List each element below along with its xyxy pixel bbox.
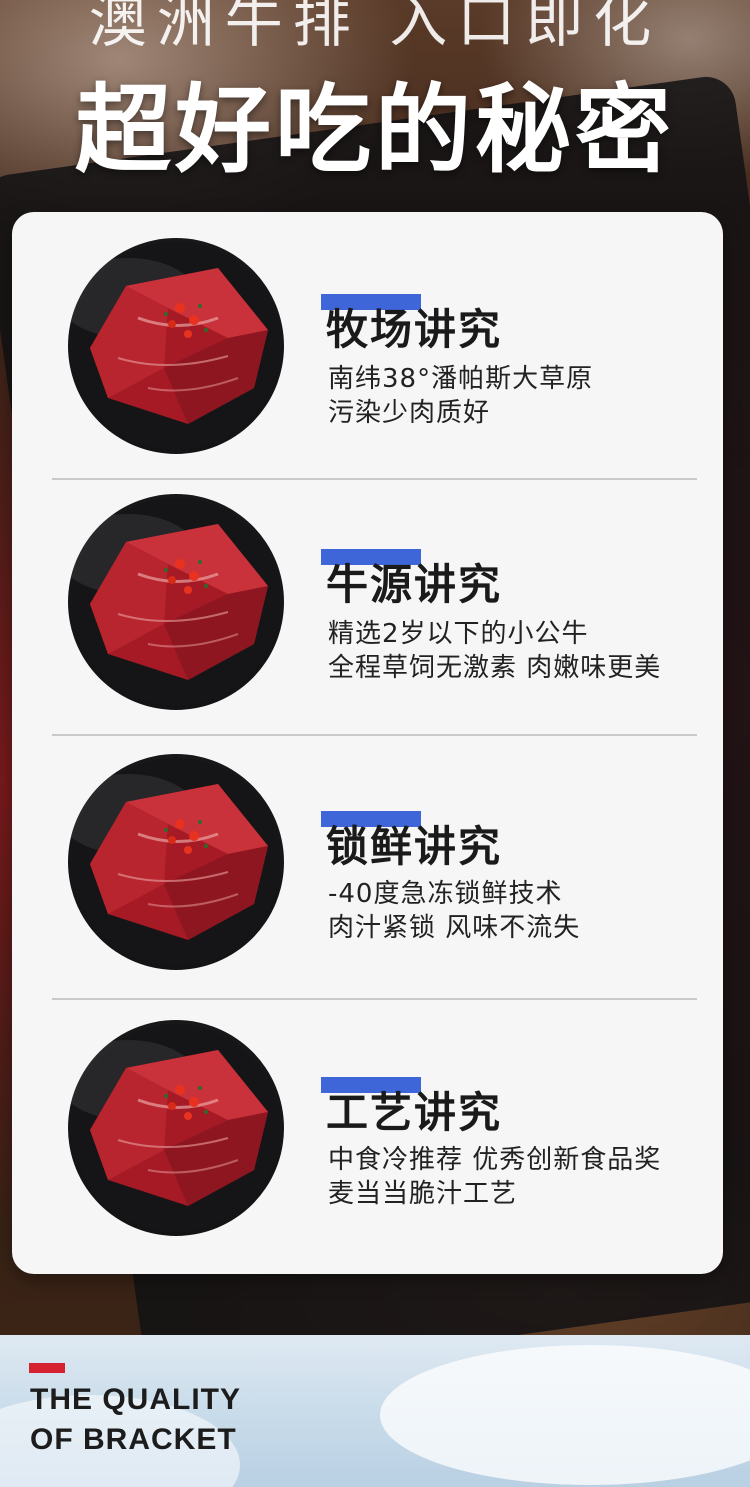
feature-title: 牧场讲究 (326, 305, 503, 354)
feature-line: 中食冷推荐 优秀创新食品奖 (328, 1145, 662, 1175)
feature-line: 精选2岁以下的小公牛 (328, 619, 589, 649)
quality-heading-line2: OF BRACKET (30, 1423, 237, 1456)
steak-image (68, 1020, 284, 1236)
hero-slogan-main: 超好吃的秘密 (75, 74, 675, 186)
feature-line: 南纬38°潘帕斯大草原 (328, 364, 594, 394)
steak-image (68, 494, 284, 710)
quality-heading-line1: THE QUALITY (30, 1383, 241, 1416)
feature-item-craft: 工艺讲究 中食冷推荐 优秀创新食品奖 麦当当脆汁工艺 (12, 995, 723, 1255)
feature-item-freshness: 锁鲜讲究 -40度急冻锁鲜技术 肉汁紧锁 风味不流失 (12, 729, 723, 989)
feature-title: 牛源讲究 (326, 560, 503, 609)
feature-line: 肉汁紧锁 风味不流失 (328, 913, 581, 943)
features-card: 牧场讲究 南纬38°潘帕斯大草原 污染少肉质好 牛源讲究 精选2岁以下的小公牛 … (12, 212, 723, 1274)
feature-title: 锁鲜讲究 (326, 822, 503, 871)
feature-line: -40度急冻锁鲜技术 (328, 879, 563, 909)
steak-image (68, 754, 284, 970)
feature-line: 麦当当脆汁工艺 (328, 1179, 518, 1209)
cloud-decoration (380, 1345, 750, 1485)
red-accent-mark (29, 1363, 65, 1373)
feature-line: 全程草饲无激素 肉嫩味更美 (328, 653, 662, 683)
feature-item-cattle: 牛源讲究 精选2岁以下的小公牛 全程草饲无激素 肉嫩味更美 (12, 467, 723, 727)
feature-line: 污染少肉质好 (328, 398, 491, 428)
hero-banner: 澳洲牛排 入口即化 超好吃的秘密 牧场讲究 南纬38°潘帕斯大草原 污染少肉质好 (0, 0, 750, 1335)
feature-item-ranch: 牧场讲究 南纬38°潘帕斯大草原 污染少肉质好 (12, 212, 723, 472)
feature-title: 工艺讲究 (326, 1088, 503, 1137)
steak-image (68, 238, 284, 454)
hero-slogan-top: 澳洲牛排 入口即化 (88, 0, 662, 55)
quality-section: THE QUALITY OF BRACKET (0, 1335, 750, 1487)
